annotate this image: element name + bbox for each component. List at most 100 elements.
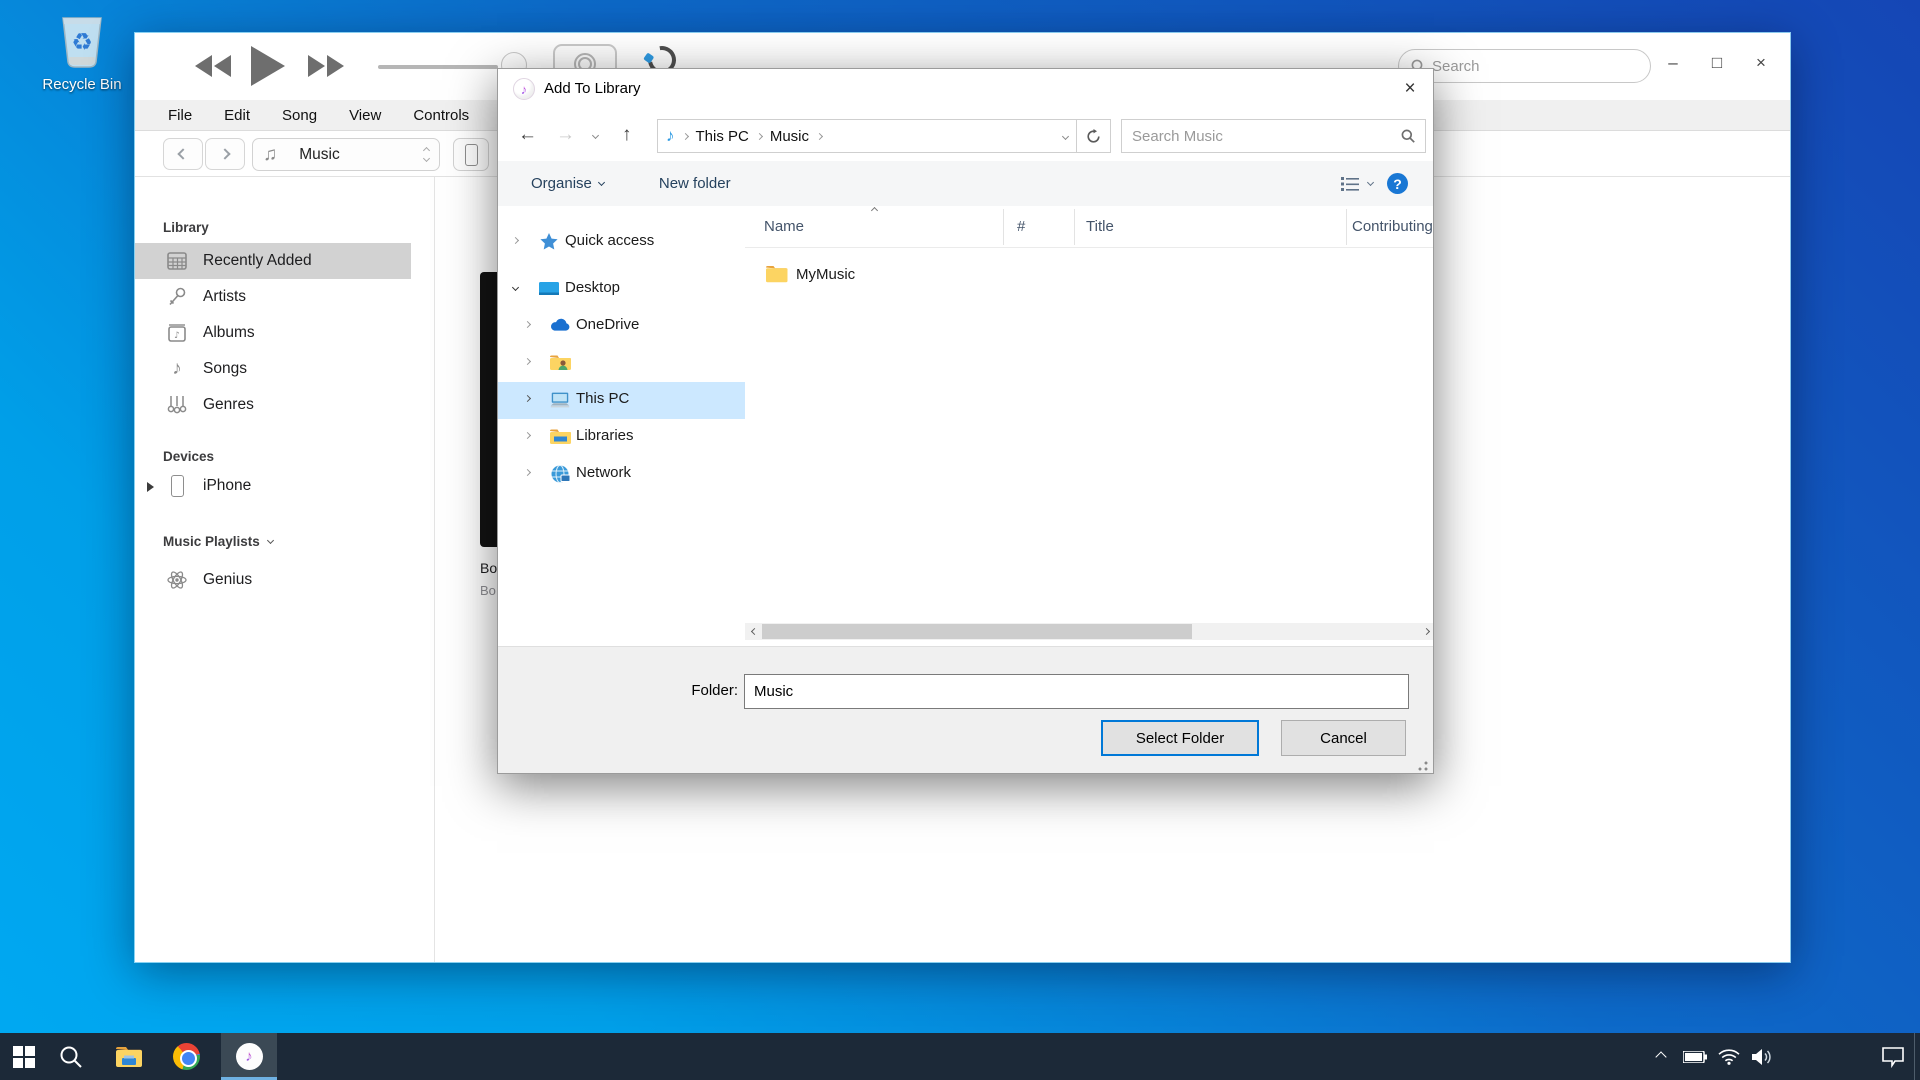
tree-item-desktop[interactable]: Desktop (498, 271, 745, 308)
music-note-icon: ♪ (666, 126, 675, 146)
expand-chevron-icon[interactable] (524, 358, 531, 365)
sidebar-item-iphone[interactable]: iPhone (135, 468, 411, 504)
expand-chevron-icon[interactable] (524, 469, 531, 476)
sidebar-playlists-header[interactable]: Music Playlists (163, 534, 273, 549)
refresh-button[interactable] (1076, 119, 1111, 153)
device-button[interactable] (453, 138, 489, 171)
play-button[interactable] (251, 46, 285, 86)
dialog-search-box[interactable]: Search Music (1121, 119, 1426, 153)
tree-item-libraries[interactable]: Libraries (498, 419, 745, 456)
chrome-taskbar-button[interactable] (163, 1033, 210, 1080)
file-item-mymusic[interactable]: MyMusic (745, 257, 1434, 294)
tray-overflow-button[interactable] (1644, 1033, 1678, 1080)
expand-arrow-icon[interactable] (147, 482, 154, 492)
albums-icon: ♪ (165, 321, 189, 345)
itunes-search-placeholder: Search (1432, 58, 1480, 75)
sidebar-item-songs[interactable]: ♪ Songs (135, 351, 411, 387)
start-button[interactable] (0, 1033, 47, 1080)
tree-item-network[interactable]: Network (498, 456, 745, 493)
forward-arrow-button[interactable]: → (556, 124, 575, 146)
column-header-title[interactable]: Title (1086, 218, 1114, 235)
sidebar-item-label: Songs (203, 360, 247, 378)
view-mode-button[interactable] (1340, 175, 1373, 193)
itunes-forward-button[interactable] (205, 138, 245, 170)
menu-file[interactable]: File (152, 107, 208, 124)
file-explorer-taskbar-button[interactable] (105, 1033, 152, 1080)
battery-icon[interactable] (1678, 1033, 1712, 1080)
itunes-back-button[interactable] (163, 138, 203, 170)
fast-forward-button[interactable] (308, 55, 344, 77)
menu-song[interactable]: Song (266, 107, 333, 124)
column-header-name[interactable]: Name (764, 218, 804, 235)
desktop-icon (538, 278, 560, 300)
help-button[interactable]: ? (1387, 173, 1408, 194)
chevron-down-icon (267, 536, 274, 543)
menu-edit[interactable]: Edit (208, 107, 266, 124)
chevron-down-icon (1367, 179, 1374, 186)
expand-chevron-icon[interactable] (524, 321, 531, 328)
tree-item-user-folder[interactable] (498, 345, 745, 382)
show-desktop-button[interactable] (1914, 1033, 1920, 1080)
tree-item-onedrive[interactable]: OneDrive (498, 308, 745, 345)
column-header-contributing-artists[interactable]: Contributing artists (1352, 218, 1434, 235)
itunes-search-box[interactable]: Search (1398, 49, 1651, 83)
minimize-button[interactable]: – (1658, 53, 1688, 73)
folder-label: Folder: (628, 682, 738, 699)
recycle-bin-desktop-icon[interactable]: ♻ Recycle Bin (22, 10, 142, 93)
dialog-close-button[interactable]: × (1387, 69, 1433, 109)
folder-name-input[interactable] (744, 674, 1409, 709)
sidebar-item-label: Genius (203, 571, 252, 589)
address-dropdown-chevron[interactable] (1062, 132, 1069, 139)
collapse-chevron-icon[interactable] (512, 284, 519, 291)
volume-icon[interactable] (1746, 1033, 1780, 1080)
breadcrumb-this-pc[interactable]: This PC (696, 128, 749, 145)
itunes-taskbar-button[interactable]: ♪ (221, 1033, 277, 1080)
expand-chevron-icon[interactable] (512, 237, 519, 244)
action-center-button[interactable] (1872, 1033, 1914, 1080)
address-bar[interactable]: ♪ This PC Music (657, 119, 1077, 153)
back-arrow-button[interactable]: ← (518, 124, 537, 146)
breadcrumb-music[interactable]: Music (770, 128, 809, 145)
songs-icon: ♪ (165, 357, 189, 381)
media-kind-selector[interactable]: ♫ Music (252, 138, 440, 171)
dialog-footer: Folder: Select Folder Cancel (498, 646, 1433, 774)
menu-view[interactable]: View (333, 107, 397, 124)
tree-item-quick-access[interactable]: Quick access (498, 224, 745, 261)
new-folder-button[interactable]: New folder (659, 175, 731, 192)
dialog-search-placeholder: Search Music (1132, 128, 1223, 145)
sidebar-item-label: Artists (203, 288, 246, 306)
up-arrow-button[interactable]: ↑ (622, 124, 632, 146)
scroll-left-arrow[interactable] (745, 623, 763, 640)
sidebar-library-header: Library (163, 220, 209, 235)
wifi-icon[interactable] (1712, 1033, 1746, 1080)
sidebar-item-albums[interactable]: ♪ Albums (135, 315, 411, 351)
expand-chevron-icon[interactable] (524, 432, 531, 439)
cancel-button[interactable]: Cancel (1281, 720, 1406, 756)
rewind-button[interactable] (195, 55, 231, 77)
tree-item-this-pc[interactable]: This PC (498, 382, 745, 419)
close-button[interactable]: × (1746, 53, 1776, 73)
search-icon (1401, 129, 1415, 143)
recent-locations-chevron[interactable] (592, 132, 599, 139)
sidebar-item-genius[interactable]: Genius (135, 562, 411, 598)
details-view-icon (1340, 175, 1360, 193)
horizontal-scrollbar[interactable] (745, 623, 1434, 640)
select-folder-button[interactable]: Select Folder (1101, 720, 1259, 756)
organise-button[interactable]: Organise (531, 175, 604, 192)
resize-grip[interactable] (1415, 758, 1428, 771)
volume-slider-track[interactable] (378, 65, 498, 69)
scrollbar-thumb[interactable] (762, 624, 1192, 639)
dialog-nav-row: ← → ↑ ♪ This PC Music Search Music (498, 111, 1433, 161)
sidebar-item-recently-added[interactable]: Recently Added (135, 243, 411, 279)
sidebar-item-label: Genres (203, 396, 254, 414)
iphone-device-icon (165, 474, 189, 498)
column-header-number[interactable]: # (1017, 218, 1025, 235)
sidebar-item-label: iPhone (203, 477, 251, 495)
sidebar-item-artists[interactable]: Artists (135, 279, 411, 315)
maximize-button[interactable]: □ (1702, 53, 1732, 73)
scroll-right-arrow[interactable] (1417, 623, 1434, 640)
menu-controls[interactable]: Controls (397, 107, 485, 124)
taskbar-search-button[interactable] (47, 1033, 94, 1080)
expand-chevron-icon[interactable] (524, 395, 531, 402)
sidebar-item-genres[interactable]: Genres (135, 387, 411, 423)
